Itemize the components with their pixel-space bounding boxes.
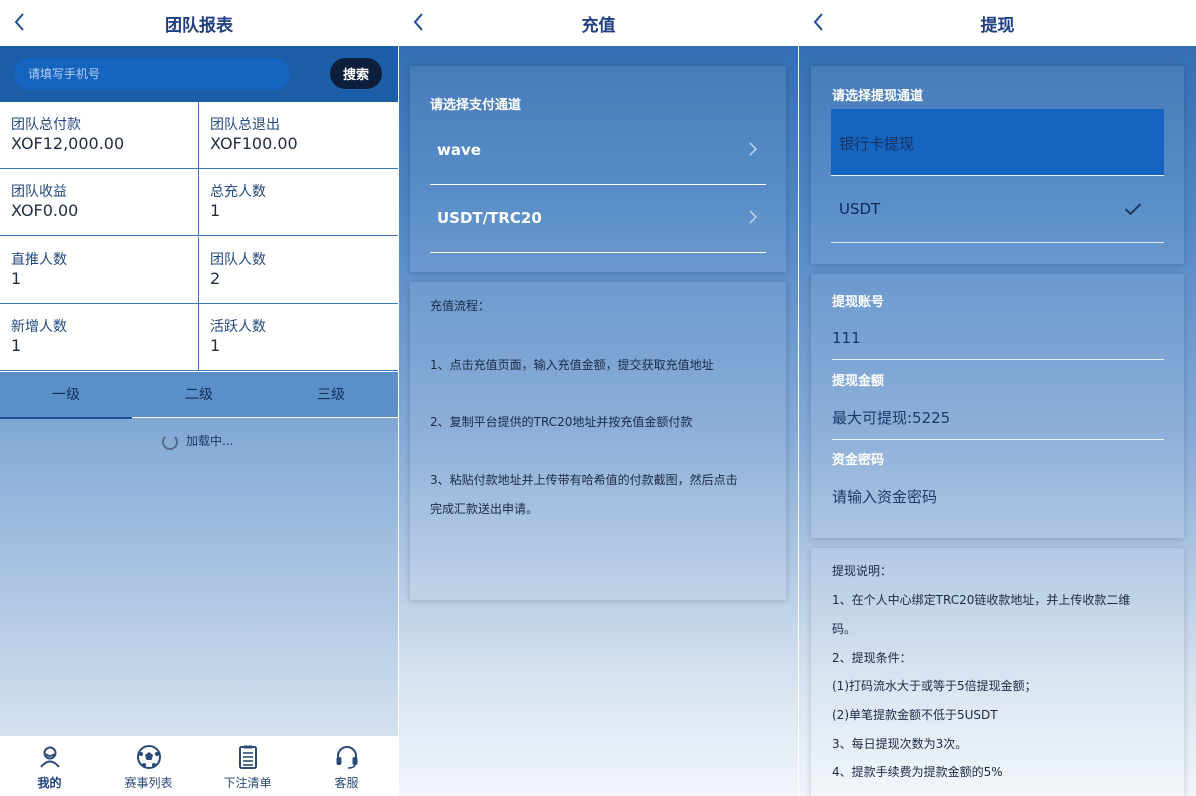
stats-grid: 团队总付款 XOF12,000.00 团队总退出 XOF100.00 团队收益 … <box>0 102 398 372</box>
stat-value: 1 <box>210 336 221 355</box>
stat-team-total-exit: 团队总退出 XOF100.00 <box>199 102 398 169</box>
channel-wave[interactable]: wave <box>430 117 766 185</box>
stat-value: XOF0.00 <box>11 201 79 220</box>
amount-label: 提现金额 <box>832 374 885 389</box>
channel-section-label: 请选择提现通道 <box>832 89 924 104</box>
team-report-screen: 团队报表 搜索 团队总付款 XOF12,000.00 团队总退出 XOF100.… <box>0 0 398 796</box>
flow-step: 2、复制平台提供的TRC20地址并按充值金额付款 <box>430 415 693 429</box>
user-icon <box>39 746 60 768</box>
channel-label: USDT <box>839 200 881 218</box>
page-title: 充值 <box>581 16 616 36</box>
stat-label: 直推人数 <box>11 252 67 268</box>
note-line: (2)单笔提款金额不低于5USDT <box>832 708 998 722</box>
stat-value: XOF12,000.00 <box>11 134 125 153</box>
password-label: 资金密码 <box>832 453 885 468</box>
header: 充值 <box>399 0 798 46</box>
loading-text: 加载中... <box>186 434 234 448</box>
stat-value: XOF100.00 <box>210 134 298 153</box>
channel-section-label: 请选择支付通道 <box>430 98 522 113</box>
chevron-right-icon <box>749 142 757 156</box>
channel-usdt[interactable]: USDT <box>831 176 1164 243</box>
nav-item-mine[interactable]: 我的 <box>0 744 99 791</box>
stat-value: 1 <box>11 269 22 288</box>
search-button[interactable]: 搜索 <box>330 58 382 89</box>
soccer-ball-icon <box>136 745 161 769</box>
stat-new-members: 新增人数 1 <box>0 304 199 371</box>
account-label: 提现账号 <box>832 295 885 310</box>
tab-level-3[interactable]: 三级 <box>265 372 397 418</box>
spinner-icon <box>162 433 178 450</box>
nav-label: 我的 <box>37 776 62 790</box>
stat-value: 1 <box>210 201 221 220</box>
clipboard-icon <box>238 745 257 769</box>
withdraw-channel-card: 请选择提现通道 银行卡提现 USDT <box>811 66 1184 264</box>
stat-value: 2 <box>210 269 221 288</box>
note-line: 提现说明： <box>832 564 893 578</box>
loading-indicator: 加载中... <box>162 432 233 450</box>
nav-item-bets[interactable]: 下注清单 <box>198 744 297 791</box>
level-tabs: 一级 二级 三级 <box>0 372 398 419</box>
stat-label: 团队人数 <box>210 252 266 268</box>
withdraw-screen: 提现 请选择提现通道 银行卡提现 USDT 提现账号 111 提现金额 最大可提… <box>799 0 1196 796</box>
recharge-flow-card: 充值流程： 1、点击充值页面，输入充值金额，提交获取充值地址 2、复制平台提供的… <box>410 282 786 600</box>
note-line: 3、每日提现次数为3次。 <box>832 737 968 751</box>
note-line: 码。 <box>832 622 857 636</box>
flow-step: 3、粘贴付款地址并上传带有哈希值的付款截图，然后点击 <box>430 473 738 487</box>
account-field[interactable]: 111 <box>832 316 1164 360</box>
note-line: 2、提现条件： <box>832 651 912 665</box>
amount-field[interactable]: 最大可提现:5225 <box>832 396 1164 440</box>
page-title: 提现 <box>980 16 1015 36</box>
stat-direct-referrals: 直推人数 1 <box>0 237 199 304</box>
chevron-right-icon <box>749 210 757 224</box>
flow-step: 1、点击充值页面，输入充值金额，提交获取充值地址 <box>430 358 714 372</box>
nav-item-support[interactable]: 客服 <box>297 744 396 791</box>
tab-level-1[interactable]: 一级 <box>0 372 132 419</box>
nav-label: 赛事列表 <box>124 776 173 790</box>
flow-step: 完成汇款送出申请。 <box>430 502 539 516</box>
note-line: 4、提款手续费为提款金额的5% <box>832 765 1003 779</box>
stat-active-members: 活跃人数 1 <box>199 304 398 371</box>
bottom-nav: 我的 赛事列表 下注清单 客服 <box>0 736 398 796</box>
channel-usdt-trc20[interactable]: USDT/TRC20 <box>430 185 766 253</box>
recharge-screen: 充值 请选择支付通道 wave USDT/TRC20 充值流程： 1、点击充值页… <box>399 0 798 796</box>
channel-bank-card[interactable]: 银行卡提现 <box>831 109 1164 176</box>
stat-label: 团队总付款 <box>11 117 81 133</box>
checkmark-icon <box>1124 203 1142 216</box>
header: 提现 <box>799 0 1196 46</box>
note-line: 1、在个人中心绑定TRC20链收款地址，并上传收款二维 <box>832 593 1131 607</box>
stat-value: 1 <box>11 336 22 355</box>
stat-team-total-payment: 团队总付款 XOF12,000.00 <box>0 102 199 169</box>
withdraw-form-card: 提现账号 111 提现金额 最大可提现:5225 资金密码 请输入资金密码 <box>811 274 1184 538</box>
withdraw-notes-card: 提现说明： 1、在个人中心绑定TRC20链收款地址，并上传收款二维 码。 2、提… <box>811 548 1184 796</box>
tab-level-2[interactable]: 二级 <box>133 372 265 418</box>
payment-channel-card: 请选择支付通道 wave USDT/TRC20 <box>410 66 786 272</box>
channel-label: wave <box>437 141 481 159</box>
nav-label: 下注清单 <box>223 776 272 790</box>
nav-item-matches[interactable]: 赛事列表 <box>99 744 198 791</box>
fund-password-field[interactable]: 请输入资金密码 <box>832 475 1164 519</box>
phone-search-input[interactable] <box>14 58 290 90</box>
stat-label: 新增人数 <box>11 319 67 335</box>
stat-label: 团队收益 <box>11 184 67 200</box>
page-title: 团队报表 <box>165 16 233 36</box>
channel-label: 银行卡提现 <box>839 135 915 153</box>
stat-total-rechargers: 总充人数 1 <box>199 169 398 236</box>
nav-label: 客服 <box>334 776 359 790</box>
header: 团队报表 <box>0 0 398 46</box>
stat-label: 总充人数 <box>210 184 266 200</box>
flow-title: 充值流程： <box>430 299 491 313</box>
stat-team-size: 团队人数 2 <box>199 237 398 304</box>
headset-icon <box>336 746 357 769</box>
channel-label: USDT/TRC20 <box>437 209 542 227</box>
stat-label: 团队总退出 <box>210 117 280 133</box>
stat-team-earnings: 团队收益 XOF0.00 <box>0 169 199 236</box>
note-line: (1)打码流水大于或等于5倍提现金额； <box>832 679 1037 693</box>
stat-label: 活跃人数 <box>210 319 266 335</box>
